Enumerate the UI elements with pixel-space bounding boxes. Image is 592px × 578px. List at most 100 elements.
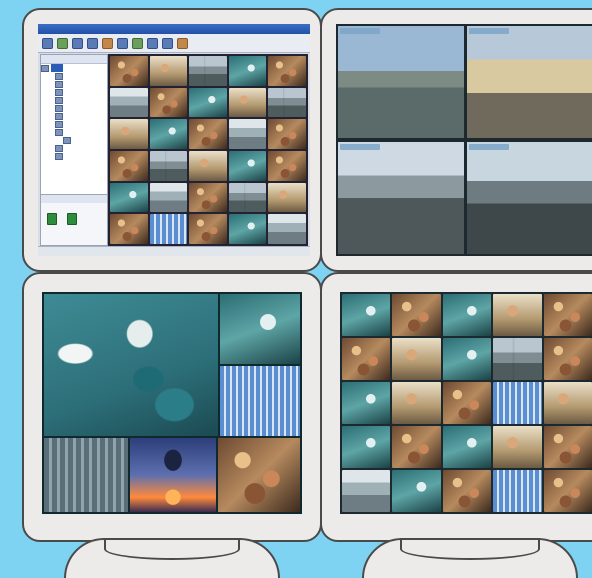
camera-view[interactable] bbox=[392, 426, 441, 468]
camera-view[interactable] bbox=[268, 182, 306, 213]
camera-view[interactable] bbox=[149, 56, 188, 86]
camera-view[interactable] bbox=[220, 366, 300, 436]
camera-view[interactable] bbox=[149, 150, 188, 181]
tree-header bbox=[41, 55, 107, 64]
camera-view[interactable] bbox=[110, 214, 148, 244]
camera-view[interactable] bbox=[228, 87, 267, 118]
camera-view[interactable] bbox=[543, 470, 592, 512]
camera-view[interactable] bbox=[268, 87, 306, 118]
camera-view[interactable] bbox=[189, 214, 227, 244]
layout-icon[interactable] bbox=[72, 37, 83, 49]
export-icon[interactable] bbox=[132, 37, 143, 49]
camera-view[interactable] bbox=[442, 382, 492, 424]
camera-view[interactable] bbox=[189, 182, 227, 213]
zoom-icon[interactable] bbox=[162, 37, 173, 49]
tree-item-camera[interactable] bbox=[41, 120, 107, 128]
camera-view[interactable] bbox=[110, 119, 148, 149]
camera-view-road[interactable] bbox=[467, 142, 592, 254]
toolbar bbox=[38, 34, 310, 53]
grid-icon[interactable] bbox=[87, 37, 98, 49]
folder-icon bbox=[55, 152, 63, 160]
camera-view[interactable] bbox=[228, 150, 267, 181]
camera-view[interactable] bbox=[189, 87, 227, 118]
camera-view[interactable] bbox=[392, 338, 441, 380]
server-icon bbox=[41, 64, 49, 72]
camera-view[interactable] bbox=[228, 182, 267, 213]
tree-item-camera[interactable] bbox=[41, 96, 107, 104]
camera-view[interactable] bbox=[110, 182, 148, 213]
tree-item-group[interactable] bbox=[41, 152, 107, 160]
camera-view-canal[interactable] bbox=[338, 26, 464, 138]
camera-view[interactable] bbox=[442, 426, 492, 468]
camera-view-highway[interactable] bbox=[338, 142, 464, 254]
camera-label-bar bbox=[469, 144, 509, 150]
camera-view[interactable] bbox=[268, 214, 306, 244]
camera-label-bar bbox=[340, 144, 380, 150]
tree-item-group[interactable] bbox=[41, 144, 107, 152]
camera-view[interactable] bbox=[218, 438, 300, 512]
camera-view[interactable] bbox=[110, 56, 148, 86]
camera-label-bar bbox=[340, 28, 380, 34]
camera-view[interactable] bbox=[189, 119, 227, 149]
tree-item-group[interactable] bbox=[41, 128, 107, 136]
camera-view[interactable] bbox=[442, 470, 492, 512]
camera-view[interactable] bbox=[149, 214, 188, 244]
camera-icon bbox=[55, 112, 63, 120]
camera-view[interactable] bbox=[149, 87, 188, 118]
tree-item-camera[interactable] bbox=[41, 80, 107, 88]
tree-item-camera[interactable] bbox=[41, 112, 107, 120]
help-icon[interactable] bbox=[177, 37, 188, 49]
camera-view[interactable] bbox=[493, 338, 542, 380]
camera-view-avenue[interactable] bbox=[467, 26, 592, 138]
camera-view[interactable] bbox=[110, 87, 148, 118]
camera-view-parking-aerial[interactable] bbox=[44, 438, 128, 512]
tree-item-root[interactable] bbox=[41, 64, 107, 72]
camera-view[interactable] bbox=[543, 426, 592, 468]
camera-view[interactable] bbox=[189, 56, 227, 86]
record-icon[interactable] bbox=[57, 37, 68, 49]
device-icon[interactable] bbox=[67, 213, 77, 225]
camera-view[interactable] bbox=[543, 382, 592, 424]
camera-view[interactable] bbox=[493, 382, 542, 424]
tree-item-camera[interactable] bbox=[41, 72, 107, 80]
camera-view[interactable] bbox=[442, 294, 492, 336]
camera-label-bar bbox=[469, 28, 509, 34]
camera-view-parking-lot[interactable] bbox=[44, 294, 218, 436]
tree-item-camera[interactable] bbox=[41, 88, 107, 96]
device-icon[interactable] bbox=[47, 213, 57, 225]
camera-view[interactable] bbox=[442, 338, 492, 380]
tree-item-camera[interactable] bbox=[41, 136, 107, 144]
camera-view[interactable] bbox=[228, 56, 267, 86]
camera-view[interactable] bbox=[493, 426, 542, 468]
camera-view[interactable] bbox=[220, 294, 300, 364]
camera-view[interactable] bbox=[493, 470, 542, 512]
search-icon[interactable] bbox=[147, 37, 158, 49]
camera-view[interactable] bbox=[543, 338, 592, 380]
camera-view[interactable] bbox=[392, 294, 441, 336]
camera-view[interactable] bbox=[228, 214, 267, 244]
camera-icon bbox=[55, 72, 63, 80]
camera-view[interactable] bbox=[392, 382, 441, 424]
camera-view[interactable] bbox=[268, 119, 306, 149]
settings-icon[interactable] bbox=[102, 37, 113, 49]
camera-view[interactable] bbox=[342, 426, 391, 468]
camera-view[interactable] bbox=[110, 150, 148, 181]
camera-view-airplane[interactable] bbox=[130, 438, 216, 512]
tree-item-camera[interactable] bbox=[41, 104, 107, 112]
camera-view[interactable] bbox=[268, 150, 306, 181]
camera-view[interactable] bbox=[228, 119, 267, 149]
camera-view[interactable] bbox=[342, 470, 391, 512]
camera-view[interactable] bbox=[342, 382, 391, 424]
camera-view[interactable] bbox=[493, 294, 542, 336]
camera-view[interactable] bbox=[189, 150, 227, 181]
camera-view[interactable] bbox=[543, 294, 592, 336]
status-panel-header bbox=[41, 195, 107, 203]
camera-view[interactable] bbox=[149, 119, 188, 149]
camera-view[interactable] bbox=[149, 182, 188, 213]
camera-view[interactable] bbox=[342, 294, 391, 336]
camera-view[interactable] bbox=[268, 56, 306, 86]
playback-icon[interactable] bbox=[117, 37, 128, 49]
camera-icon[interactable] bbox=[42, 37, 53, 49]
camera-view[interactable] bbox=[342, 338, 391, 380]
camera-view[interactable] bbox=[392, 470, 441, 512]
